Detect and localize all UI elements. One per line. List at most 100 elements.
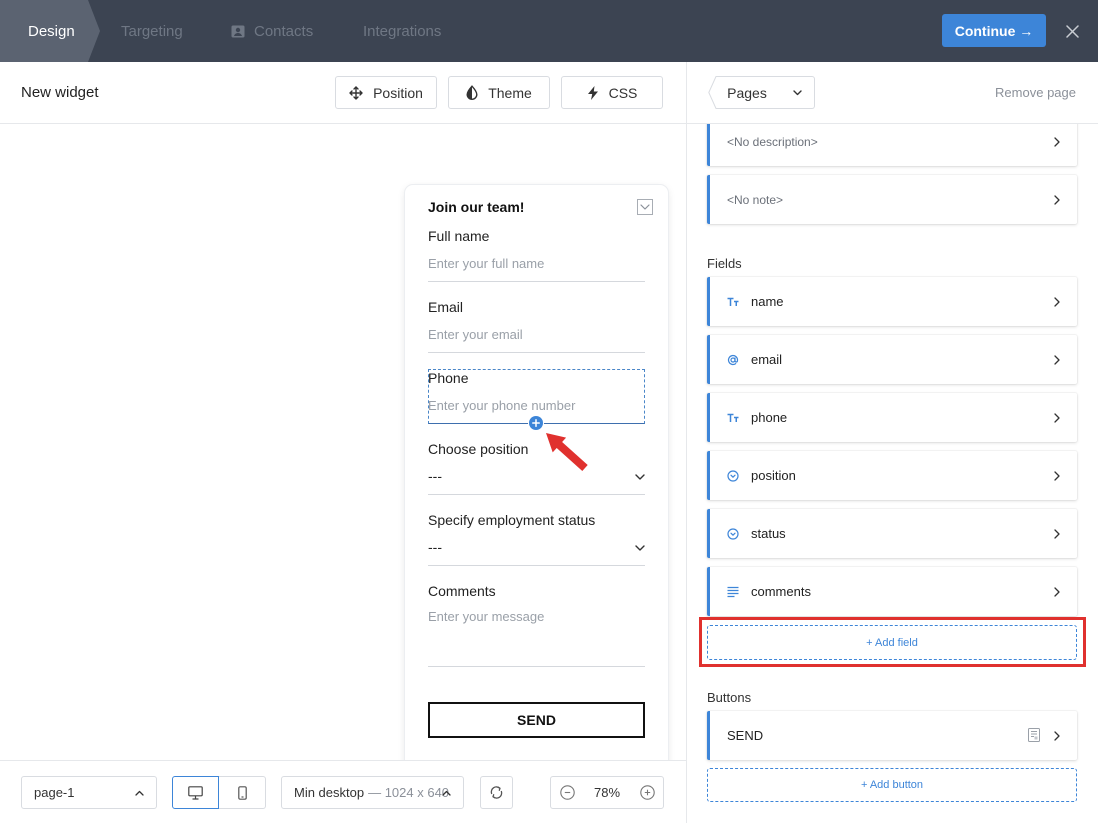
tab-integrations[interactable]: Integrations	[363, 0, 441, 62]
tab-targeting-label: Targeting	[121, 22, 183, 40]
page-note-card[interactable]: <No note>	[707, 175, 1077, 224]
theme-button-label: Theme	[488, 84, 532, 101]
continue-button[interactable]: Continue →	[942, 14, 1046, 47]
tab-targeting[interactable]: Targeting	[121, 0, 183, 62]
form-icon	[1028, 728, 1040, 742]
add-button-button[interactable]: + Add button	[707, 768, 1077, 802]
send-button[interactable]: SEND	[428, 702, 645, 738]
field-underline	[428, 494, 645, 495]
plus-circle-icon	[640, 785, 655, 800]
text-type-icon	[727, 296, 739, 308]
field-underline	[428, 281, 645, 282]
field-item-label: name	[751, 294, 784, 309]
desktop-monitor-icon	[188, 785, 203, 800]
annotation-highlight-box	[699, 617, 1086, 667]
chevron-right-icon	[1054, 731, 1060, 741]
field-item-label: email	[751, 352, 783, 367]
comments-textarea[interactable]	[428, 608, 645, 664]
button-item-send[interactable]: SEND	[707, 711, 1077, 760]
collapse-button[interactable]	[637, 199, 653, 215]
note-value: <No note>	[727, 192, 784, 207]
widget-title[interactable]: Join our team!	[428, 199, 524, 215]
field-underline	[428, 565, 645, 566]
rotate-button[interactable]	[480, 776, 513, 809]
description-value: <No description>	[727, 134, 818, 149]
panel-divider	[686, 62, 687, 823]
field-item-phone[interactable]: phone	[707, 393, 1077, 442]
at-sign-icon	[727, 354, 739, 366]
form-field-comments[interactable]: Comments	[428, 583, 645, 673]
tab-contacts[interactable]: Contacts	[231, 0, 313, 62]
position-select-value[interactable]: ---	[428, 468, 442, 484]
position-button-label: Position	[373, 84, 423, 101]
chevron-right-icon	[1054, 587, 1060, 597]
field-item-email[interactable]: email	[707, 335, 1077, 384]
field-item-name[interactable]: name	[707, 277, 1077, 326]
chevron-up-icon	[135, 790, 144, 796]
pages-dropdown-button[interactable]	[781, 76, 815, 109]
page-description-card[interactable]: <No description>	[707, 124, 1077, 166]
field-item-label: position	[751, 468, 796, 483]
field-label: Comments	[428, 583, 496, 599]
field-item-label: status	[751, 526, 786, 541]
text-type-icon	[727, 412, 739, 424]
tab-design[interactable]: Design	[0, 0, 100, 62]
pages-button[interactable]: Pages	[708, 76, 782, 109]
canvas-bottom-bar: page-1 Min desktop — 1024 x 640 78%	[0, 760, 686, 823]
field-item-label: comments	[751, 584, 811, 599]
chevron-right-icon	[1054, 413, 1060, 423]
button-item-label: SEND	[727, 728, 764, 743]
theme-button[interactable]: Theme	[448, 76, 550, 109]
zoom-in-button[interactable]	[640, 785, 655, 803]
field-item-status[interactable]: status	[707, 509, 1077, 558]
mobile-view-button[interactable]	[219, 776, 266, 809]
email-input[interactable]	[428, 325, 645, 343]
page-select[interactable]: page-1	[21, 776, 157, 809]
widget-preview-card: Join our team! Full name Email Phone	[405, 185, 668, 760]
widget-editor: Design Targeting Contacts Integrations C…	[0, 0, 1098, 823]
page-settings-panel: <No description> <No note> Fields name e…	[687, 124, 1098, 823]
field-item-comments[interactable]: comments	[707, 567, 1077, 616]
lightning-icon	[587, 85, 598, 100]
editor-toolbar: New widget Position Theme CSS Pages Remo…	[0, 62, 1098, 124]
status-select-value[interactable]: ---	[428, 539, 442, 555]
css-button-label: CSS	[608, 84, 638, 101]
viewport-label: Min desktop	[294, 785, 365, 800]
viewport-size-select[interactable]: Min desktop — 1024 x 640	[281, 776, 464, 809]
contact-card-icon	[231, 25, 245, 37]
tab-integrations-label: Integrations	[363, 22, 442, 40]
field-item-label: phone	[751, 410, 788, 425]
fields-heading: Fields	[707, 256, 742, 271]
chevron-up-icon	[442, 790, 451, 796]
buttons-heading: Buttons	[707, 690, 752, 705]
chevron-down-icon	[640, 204, 650, 210]
rotate-icon	[490, 786, 503, 799]
css-button[interactable]: CSS	[561, 76, 663, 109]
chevron-down-icon	[635, 545, 645, 551]
chevron-down-icon	[635, 474, 645, 480]
desktop-view-button[interactable]	[172, 776, 219, 809]
close-button[interactable]	[1064, 23, 1080, 39]
chevron-down-icon	[793, 89, 802, 95]
field-item-position[interactable]: position	[707, 451, 1077, 500]
theme-drop-icon	[466, 85, 478, 100]
tab-design-label: Design	[28, 22, 75, 40]
position-button[interactable]: Position	[335, 76, 437, 109]
page-select-value: page-1	[34, 785, 75, 800]
zoom-control: 78%	[550, 776, 664, 809]
field-label: Specify employment status	[428, 512, 596, 528]
chevron-right-icon	[1054, 529, 1060, 539]
remove-page-link[interactable]: Remove page	[995, 85, 1076, 101]
field-underline	[428, 352, 645, 353]
mobile-phone-icon	[237, 785, 247, 800]
select-icon	[727, 469, 739, 482]
chevron-right-icon	[1054, 471, 1060, 481]
full-name-input[interactable]	[428, 254, 645, 272]
widget-name[interactable]: New widget	[21, 84, 99, 101]
chevron-right-icon	[1054, 195, 1060, 205]
viewport-dimensions: — 1024 x 640	[368, 785, 450, 800]
chevron-right-icon	[1054, 137, 1060, 147]
chevron-right-icon	[1054, 297, 1060, 307]
field-label: Email	[428, 299, 464, 315]
field-underline	[428, 666, 645, 667]
